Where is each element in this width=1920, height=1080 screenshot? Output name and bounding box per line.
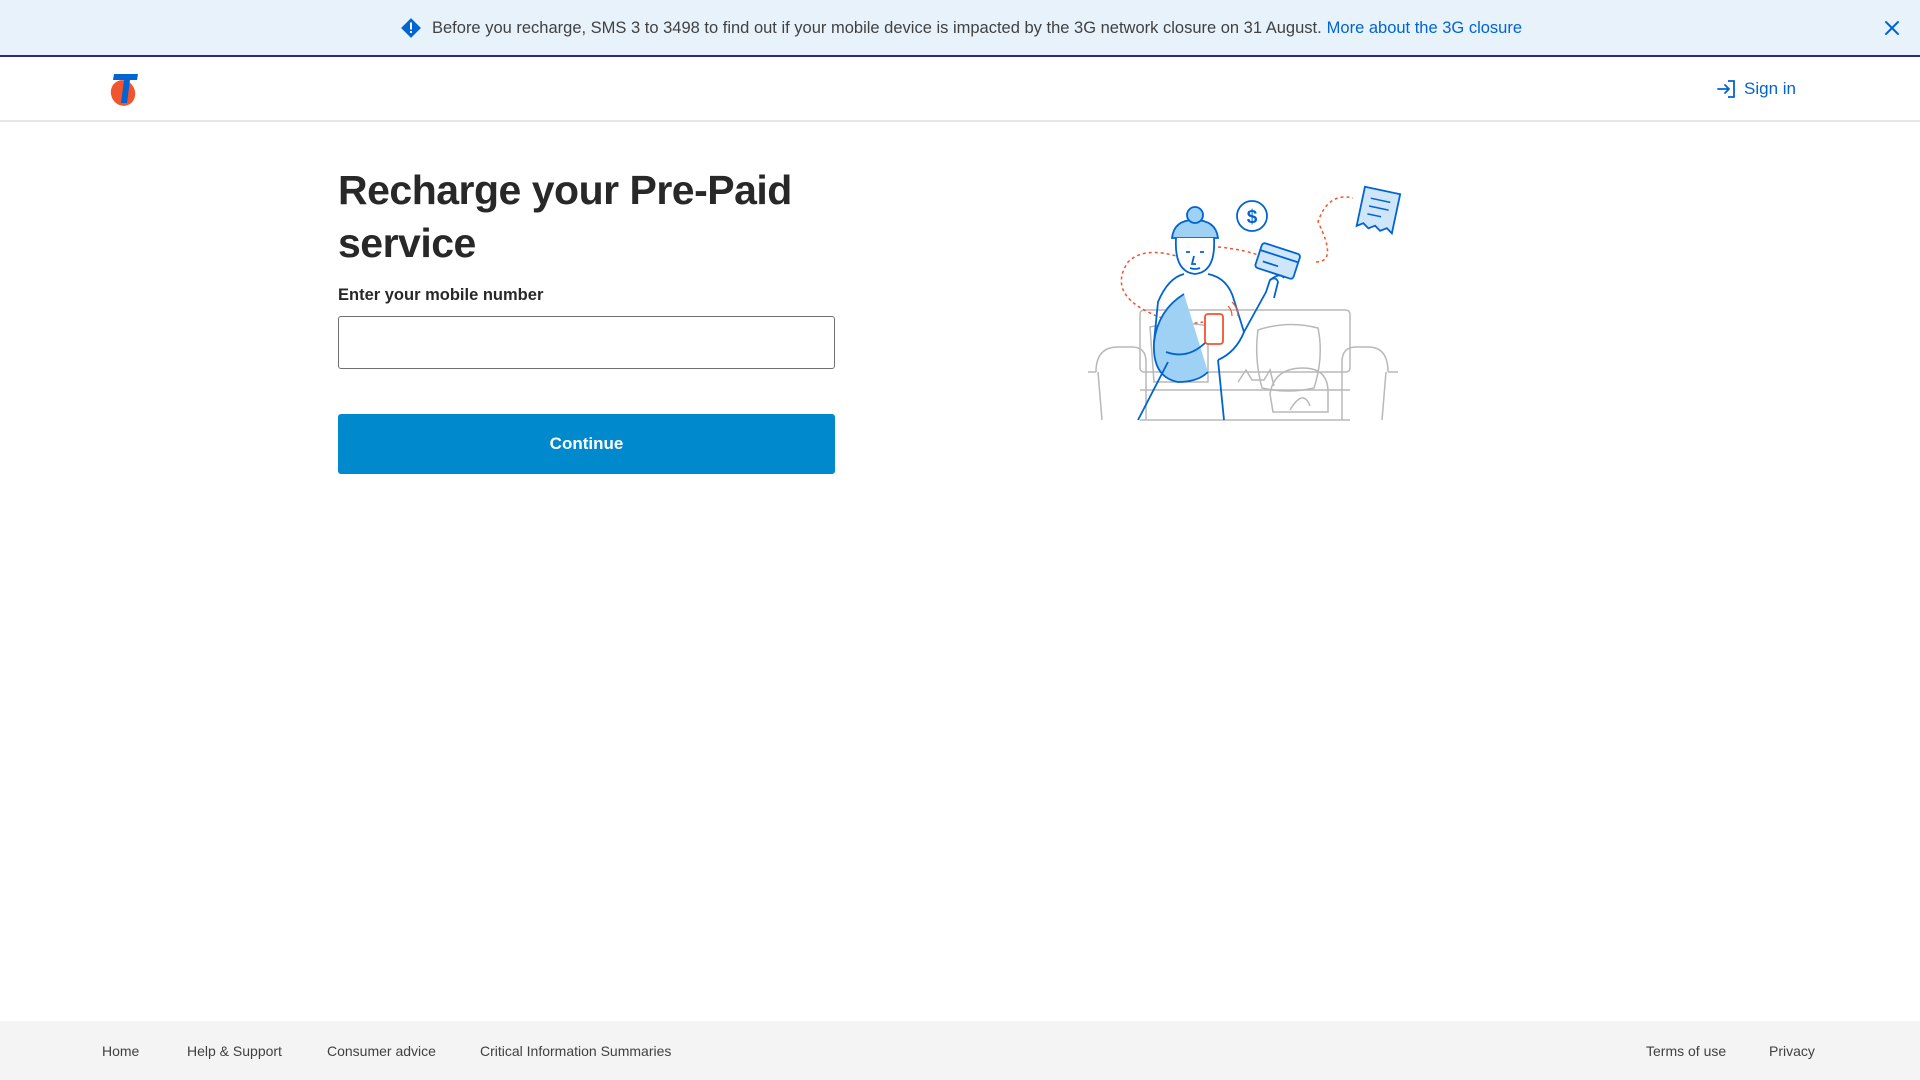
mobile-number-label: Enter your mobile number	[338, 286, 544, 304]
sign-in-button[interactable]: Sign in	[1716, 77, 1796, 101]
continue-button[interactable]: Continue	[338, 414, 835, 474]
person-paying-on-phone-illustration: $	[1088, 185, 1402, 421]
mobile-number-input[interactable]	[338, 316, 835, 369]
banner-message: Before you recharge, SMS 3 to 3498 to fi…	[432, 18, 1322, 37]
footer-link-privacy[interactable]: Privacy	[1769, 1043, 1815, 1059]
3g-closure-link[interactable]: More about the 3G closure	[1327, 19, 1522, 38]
site-header: Sign in	[0, 57, 1920, 122]
footer-link-critical-information-summaries[interactable]: Critical Information Summaries	[480, 1043, 671, 1059]
footer-link-help-support[interactable]: Help & Support	[187, 1043, 282, 1059]
close-icon[interactable]	[1880, 16, 1904, 40]
footer-link-consumer-advice[interactable]: Consumer advice	[327, 1043, 436, 1059]
banner-content: Before you recharge, SMS 3 to 3498 to fi…	[400, 16, 1522, 40]
footer-link-terms-of-use[interactable]: Terms of use	[1646, 1043, 1726, 1059]
notification-banner: Before you recharge, SMS 3 to 3498 to fi…	[0, 0, 1920, 57]
sign-in-label: Sign in	[1744, 79, 1796, 98]
footer-link-home[interactable]: Home	[102, 1043, 139, 1059]
page-title: Recharge your Pre-Paid service	[338, 167, 792, 266]
sign-in-icon	[1717, 80, 1735, 98]
site-footer: Home Help & Support Consumer advice Crit…	[0, 1021, 1920, 1080]
telstra-logo[interactable]	[109, 71, 141, 107]
alert-diamond-icon	[400, 17, 422, 39]
svg-text:$: $	[1247, 207, 1258, 228]
